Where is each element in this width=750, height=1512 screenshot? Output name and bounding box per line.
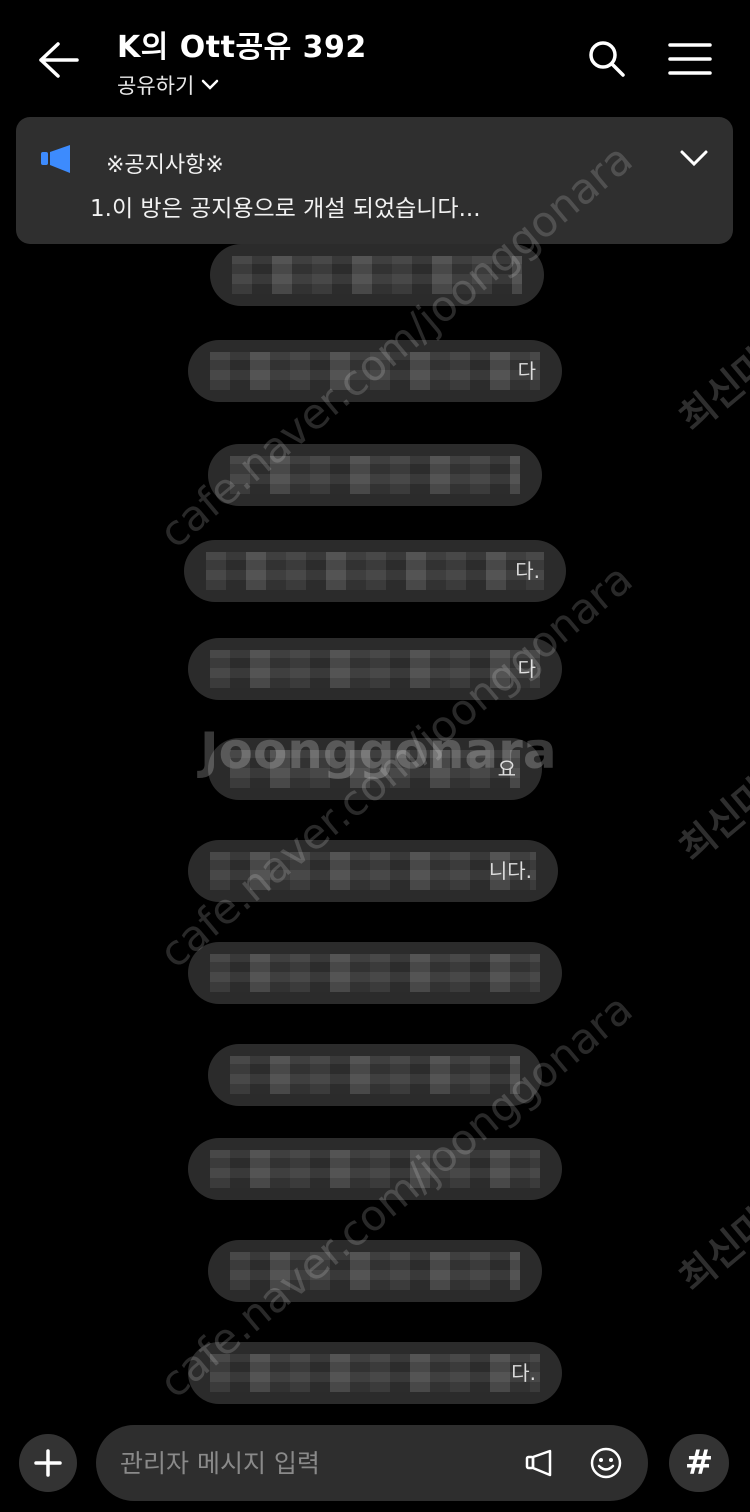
emoji-icon [590, 1447, 622, 1479]
message-bubble[interactable]: 다. [184, 540, 566, 602]
chat-title: K의 Ott공유 392 [117, 30, 367, 65]
plus-icon [34, 1449, 62, 1477]
search-button[interactable] [582, 34, 632, 84]
pixelated-content [210, 852, 536, 890]
message-input-container [96, 1425, 648, 1501]
notice-banner[interactable]: ※공지사항※ 1.이 방은 공지용으로 개설 되었습니다... [16, 117, 733, 244]
announce-button[interactable] [514, 1437, 566, 1489]
chevron-down-icon [680, 150, 708, 167]
message-text: 니다. [488, 859, 532, 883]
message-bubble[interactable] [208, 1044, 542, 1106]
hamburger-menu-icon [668, 43, 712, 75]
notice-title: ※공지사항※ [106, 153, 224, 178]
pixelated-content [210, 954, 540, 992]
pixelated-content [206, 552, 544, 590]
message-input[interactable] [120, 1425, 500, 1501]
megaphone-icon [41, 145, 70, 173]
share-dropdown[interactable]: 공유하기 [117, 70, 220, 100]
search-icon [589, 41, 625, 77]
message-bubble[interactable] [188, 1138, 562, 1200]
message-text: 다. [515, 559, 540, 583]
message-text: 다 [517, 359, 536, 383]
expand-notice-button[interactable] [674, 143, 714, 173]
hashtag-button[interactable]: # [669, 1434, 729, 1492]
pixelated-content [230, 750, 520, 788]
pixelated-content [230, 1056, 520, 1094]
menu-button[interactable] [664, 36, 716, 82]
message-bubble[interactable]: 다 [188, 638, 562, 700]
hashtag-label: # [684, 1443, 714, 1483]
message-bubble[interactable] [188, 942, 562, 1004]
share-label: 공유하기 [117, 74, 195, 98]
pixelated-content [210, 1354, 540, 1392]
chevron-down-icon [202, 79, 219, 90]
pixelated-content [210, 650, 540, 688]
pixelated-content [210, 352, 540, 390]
message-bubble[interactable]: 다. [188, 1342, 562, 1404]
message-bubble[interactable]: 니다. [188, 840, 558, 902]
pixelated-content [232, 256, 522, 294]
message-bubble[interactable]: 다 [188, 340, 562, 402]
pixelated-content [230, 1252, 520, 1290]
message-composer: # [0, 1414, 750, 1512]
chat-header: K의 Ott공유 392 공유하기 [0, 0, 750, 115]
message-list[interactable]: 다 다. 다 요 니다. 다. [0, 244, 750, 1414]
megaphone-outline-icon [525, 1449, 552, 1477]
message-text: 다. [511, 1361, 536, 1385]
message-text: 요 [497, 757, 516, 781]
notice-body: 1.이 방은 공지용으로 개설 되었습니다... [90, 196, 481, 222]
message-bubble[interactable] [210, 244, 544, 306]
message-bubble[interactable] [208, 1240, 542, 1302]
emoji-button[interactable] [580, 1437, 632, 1489]
message-bubble[interactable] [208, 444, 542, 506]
message-bubble[interactable]: 요 [208, 738, 542, 800]
arrow-left-icon [39, 42, 79, 78]
message-text: 다 [517, 657, 536, 681]
pixelated-content [210, 1150, 540, 1188]
back-button[interactable] [30, 32, 86, 88]
attach-button[interactable] [19, 1434, 77, 1492]
pixelated-content [230, 456, 520, 494]
